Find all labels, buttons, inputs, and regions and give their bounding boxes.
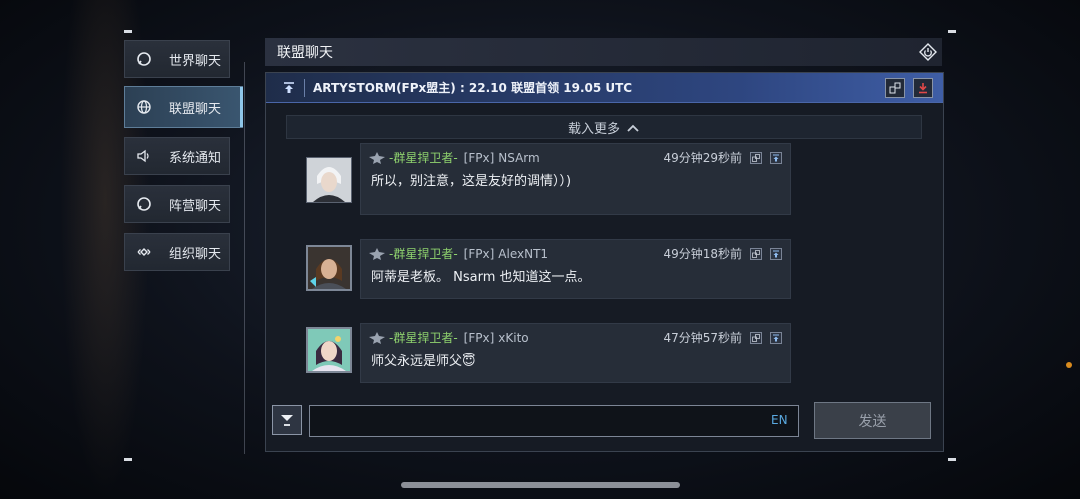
- power-icon[interactable]: [918, 42, 938, 62]
- sidebar-item-world-chat[interactable]: 世界聊天: [124, 40, 230, 78]
- corner-mark: [124, 458, 132, 461]
- download-icon[interactable]: [913, 78, 933, 98]
- home-indicator[interactable]: [401, 482, 680, 488]
- chevron-up-icon: [626, 122, 640, 132]
- guild-name: -群星捍卫者-: [389, 151, 458, 165]
- page-title: 联盟聊天: [277, 45, 333, 61]
- translate-icon[interactable]: [750, 331, 762, 344]
- sidebar-item-faction-chat[interactable]: 阵营聊天: [124, 185, 230, 223]
- sidebar-item-system-notice[interactable]: 系统通知: [124, 137, 230, 175]
- guild-name: -群星捍卫者-: [389, 247, 458, 261]
- avatar[interactable]: [306, 157, 352, 203]
- player-name[interactable]: NSArm: [498, 151, 539, 165]
- player-name[interactable]: xKito: [498, 331, 528, 345]
- collapse-button[interactable]: [272, 405, 302, 435]
- pin-top-icon[interactable]: [770, 151, 782, 164]
- translate-icon[interactable]: [750, 151, 762, 164]
- avatar[interactable]: [306, 245, 352, 291]
- timestamp-row: 47分钟57秒前: [663, 329, 782, 346]
- translate-icon[interactable]: [885, 78, 905, 98]
- rank-badge-icon: [367, 247, 387, 261]
- pin-top-icon[interactable]: [770, 331, 782, 344]
- timestamp: 47分钟57秒前: [663, 331, 742, 345]
- chat-message: -群星捍卫者- [FPx] NSArm 49分钟29秒前 所以，别注意，这是友好…: [360, 143, 791, 215]
- globe-icon: [136, 99, 152, 115]
- rank-badge-icon: [367, 331, 387, 345]
- language-toggle[interactable]: EN: [771, 413, 788, 427]
- chat-input[interactable]: [309, 405, 799, 437]
- send-button[interactable]: 发送: [814, 402, 931, 439]
- chat-header: 联盟聊天: [265, 38, 942, 66]
- sidebar-item-label: 世界聊天: [169, 53, 222, 69]
- chat-bubble-icon: [136, 196, 152, 212]
- message-text: 阿蒂是老板。 Nsarm 也知道这一点。: [371, 270, 591, 285]
- divider: [304, 78, 305, 97]
- sidebar-item-alliance-chat[interactable]: 联盟聊天: [124, 86, 243, 128]
- translate-icon[interactable]: [750, 247, 762, 260]
- message-text: 师父永远是师父😇: [371, 354, 476, 369]
- alliance-tag: [FPx]: [463, 246, 495, 261]
- chat-message: -群星捍卫者- [FPx] xKito 47分钟57秒前 师父永远是师父😇: [360, 323, 791, 383]
- corner-mark: [948, 30, 956, 33]
- pinned-text: ARTYSTORM(FPx盟主) : 22.10 联盟首领 19.05 UTC: [313, 81, 633, 95]
- sidebar-item-label: 组织聊天: [169, 246, 222, 262]
- timestamp-row: 49分钟29秒前: [663, 149, 782, 166]
- decor-dot: [1066, 362, 1072, 368]
- guild-name: -群星捍卫者-: [389, 331, 458, 345]
- sidebar-item-label: 阵营聊天: [169, 198, 222, 214]
- speaker-icon: [136, 148, 152, 164]
- rank-badge-icon: [367, 151, 387, 165]
- sender-row: -群星捍卫者- [FPx] AlexNT1: [367, 245, 548, 262]
- message-text: 所以，别注意，这是友好的调情））): [371, 174, 572, 189]
- player-name[interactable]: AlexNT1: [498, 247, 548, 261]
- load-more-label: 载入更多: [567, 121, 620, 137]
- sidebar-item-org-chat[interactable]: 组织聊天: [124, 233, 230, 271]
- load-more-button[interactable]: 载入更多: [286, 115, 922, 139]
- timestamp-row: 49分钟18秒前: [663, 245, 782, 262]
- chat-bubble-icon: [136, 51, 152, 67]
- chat-input-bar: EN 发送: [266, 395, 943, 451]
- divider-line: [244, 62, 245, 454]
- sender-row: -群星捍卫者- [FPx] NSArm: [367, 149, 540, 166]
- diamond-link-icon: [136, 244, 152, 260]
- chat-message: -群星捍卫者- [FPx] AlexNT1 49分钟18秒前 阿蒂是老板。 Ns…: [360, 239, 791, 299]
- pin-top-icon[interactable]: [770, 247, 782, 260]
- pinned-announcement[interactable]: ARTYSTORM(FPx盟主) : 22.10 联盟首领 19.05 UTC: [266, 73, 943, 103]
- alliance-tag: [FPx]: [463, 330, 495, 345]
- chat-panel: ARTYSTORM(FPx盟主) : 22.10 联盟首领 19.05 UTC …: [265, 72, 944, 452]
- timestamp: 49分钟29秒前: [663, 151, 742, 165]
- corner-mark: [948, 458, 956, 461]
- alliance-tag: [FPx]: [463, 150, 495, 165]
- pin-top-icon[interactable]: [278, 77, 300, 99]
- sender-row: -群星捍卫者- [FPx] xKito: [367, 329, 529, 346]
- corner-mark: [124, 30, 132, 33]
- timestamp: 49分钟18秒前: [663, 247, 742, 261]
- sidebar-item-label: 联盟聊天: [169, 101, 222, 117]
- sidebar-item-label: 系统通知: [169, 150, 222, 166]
- avatar[interactable]: [306, 327, 352, 373]
- chevron-down-icon: [281, 415, 293, 426]
